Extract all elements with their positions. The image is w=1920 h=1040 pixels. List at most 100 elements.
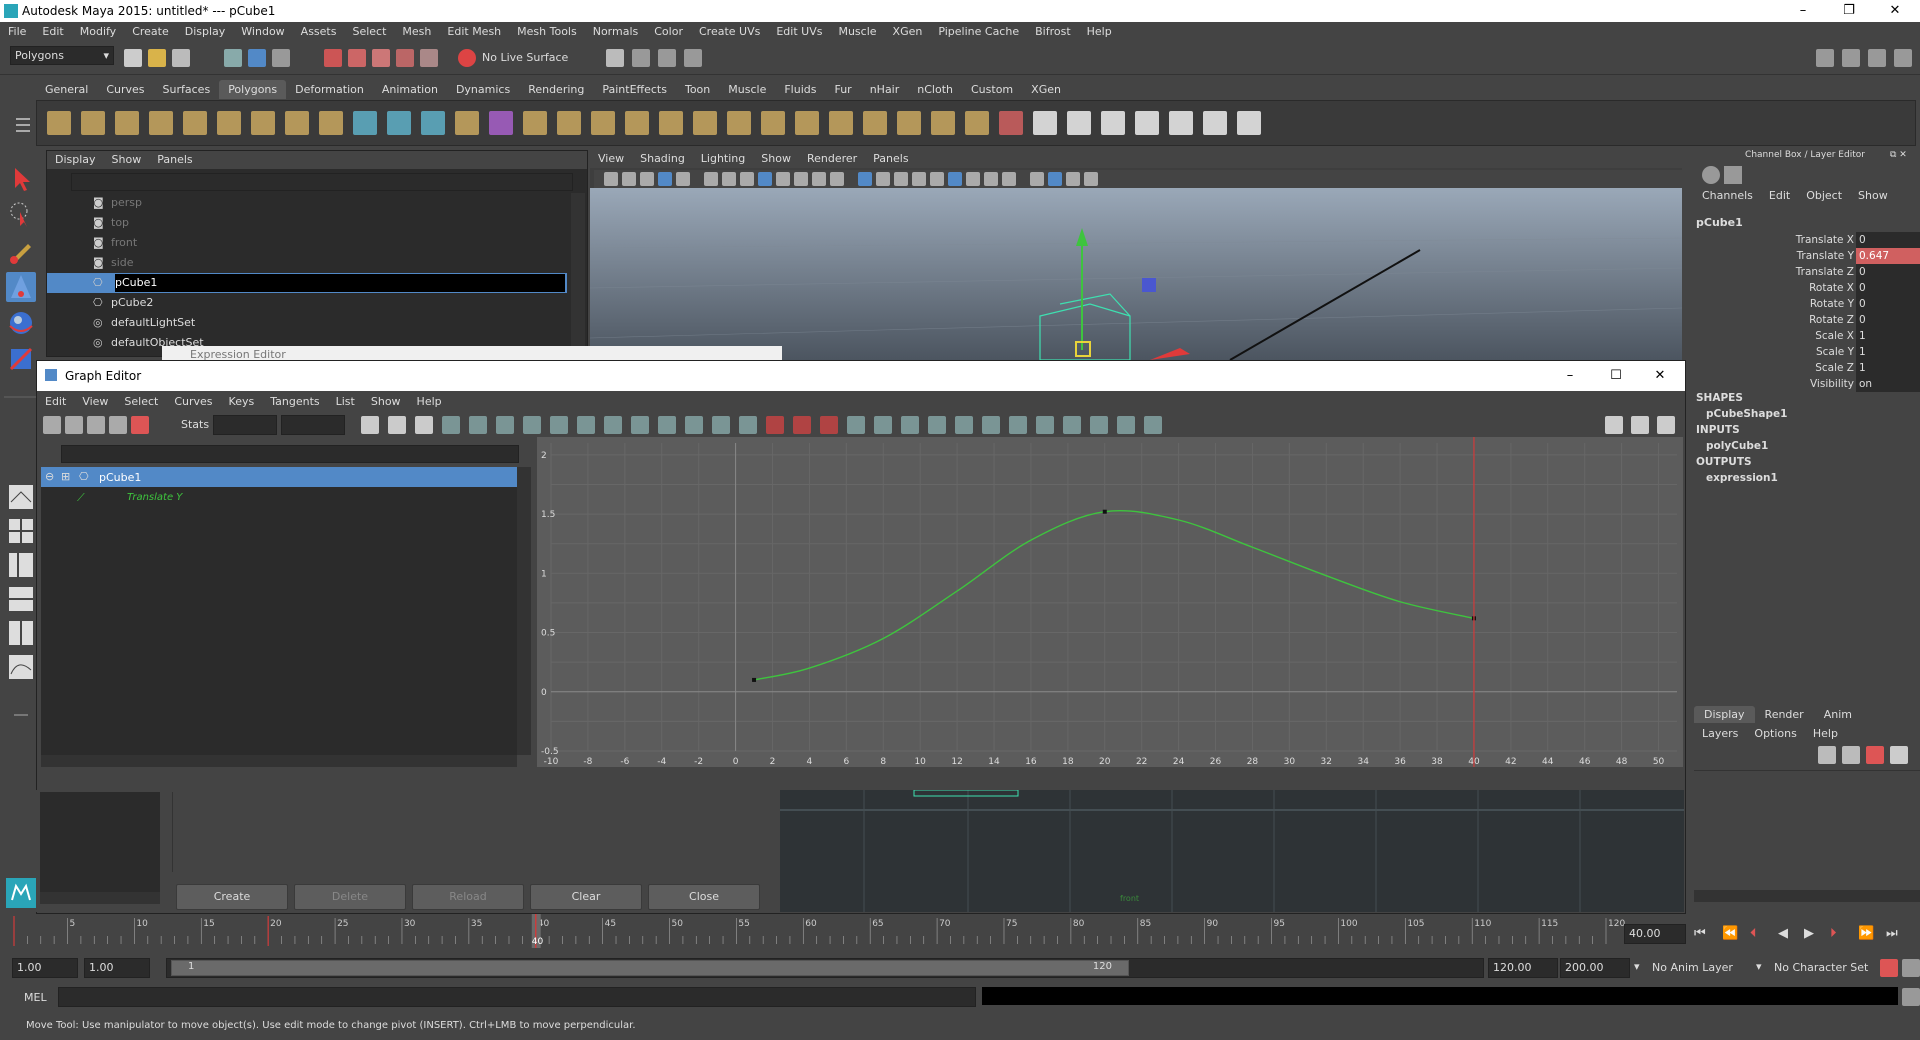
swap-buffer-icon[interactable]	[658, 416, 676, 434]
channel-row-rotate-z[interactable]: Rotate Z0	[1696, 312, 1920, 328]
checker-icon[interactable]	[1169, 111, 1193, 135]
ge-menu-show[interactable]: Show	[363, 393, 409, 411]
output-node[interactable]: expression1	[1706, 472, 1778, 484]
shelf-tab-painteffects[interactable]: PaintEffects	[593, 80, 676, 99]
keyframe-point[interactable]	[1102, 509, 1107, 514]
poly-pipe-icon[interactable]	[285, 111, 309, 135]
channel-row-rotate-x[interactable]: Rotate X0	[1696, 280, 1920, 296]
ipr-render-icon[interactable]	[658, 49, 676, 67]
viewport-menu-show[interactable]: Show	[753, 150, 799, 168]
menu-edit-uvs[interactable]: Edit UVs	[768, 22, 830, 38]
shelf-menu-icon[interactable]	[16, 112, 30, 138]
use-lights-icon[interactable]	[930, 172, 944, 186]
move-nearest-key-icon[interactable]	[43, 416, 61, 434]
step-tangent-icon[interactable]	[577, 416, 595, 434]
buffer-curve-snapshot-icon[interactable]	[631, 416, 649, 434]
retime-tool-icon[interactable]	[1144, 416, 1162, 434]
channel-row-translate-z[interactable]: Translate Z0	[1696, 264, 1920, 280]
graph-view[interactable]: -10 -8 -6 -4 -2 0 2 4 6 8 10 12 14 16 18 20 22 24 26 28 30 32…	[537, 437, 1683, 767]
flip-triangle-icon[interactable]	[897, 111, 921, 135]
grid-icon[interactable]	[722, 172, 736, 186]
weighted-tangents-icon[interactable]	[793, 416, 811, 434]
channel-row-scale-x[interactable]: Scale X1	[1696, 328, 1920, 344]
shelf-tab-curves[interactable]: Curves	[97, 80, 153, 99]
ge-menu-help[interactable]: Help	[409, 393, 450, 411]
camera-attributes-icon[interactable]	[622, 172, 636, 186]
shelf-tab-xgen[interactable]: XGen	[1022, 80, 1070, 99]
range-slider-track[interactable]: 1 120	[166, 958, 1484, 978]
delete-edge-icon[interactable]	[965, 111, 989, 135]
expand-all-icon[interactable]: ⊞	[61, 470, 70, 483]
step-forward-frame-icon[interactable]: ⏵	[1830, 926, 1837, 941]
layout-menu-icon[interactable]	[6, 700, 36, 730]
menu-edit-mesh[interactable]: Edit Mesh	[439, 22, 509, 38]
maximize-icon[interactable]: ❐	[1826, 0, 1872, 22]
shelf-tab-rendering[interactable]: Rendering	[519, 80, 593, 99]
outliner-item-top[interactable]: ◙ top	[47, 213, 567, 233]
shelf-tab-deformation[interactable]: Deformation	[286, 80, 373, 99]
frame-all-icon[interactable]	[361, 416, 379, 434]
auto-tangent-icon[interactable]	[442, 416, 460, 434]
go-to-end-icon[interactable]: ⏭	[1886, 926, 1898, 941]
outliner-scrollbar[interactable]	[571, 193, 585, 353]
ge-menu-select[interactable]: Select	[116, 393, 166, 411]
ge-menu-curves[interactable]: Curves	[166, 393, 220, 411]
outliner-filter-input[interactable]	[71, 173, 573, 191]
spin-icon[interactable]	[931, 111, 955, 135]
range-slider-handle[interactable]: 1 120	[171, 960, 1129, 976]
menu-xgen[interactable]: XGen	[885, 22, 931, 38]
infinity-cycle-offset-icon[interactable]	[901, 416, 919, 434]
insert-key-icon[interactable]	[65, 416, 83, 434]
menu-create[interactable]: Create	[124, 22, 177, 38]
isolate-select-icon[interactable]	[1030, 172, 1044, 186]
new-layer-selected-icon[interactable]	[1842, 746, 1860, 764]
key-stats-icon[interactable]	[131, 416, 149, 434]
poly-torus-icon[interactable]	[217, 111, 241, 135]
close-button[interactable]: Close	[648, 884, 760, 910]
shelf-tab-custom[interactable]: Custom	[962, 80, 1022, 99]
graph-curve-canvas[interactable]: -10 -8 -6 -4 -2 0 2 4 6 8 10 12 14 16 18 20 22 24 26 28 30 32…	[537, 437, 1683, 767]
ge-object-row[interactable]: ⊖ ⊞ ⎔ pCube1	[41, 467, 517, 487]
ambient-occlusion-icon[interactable]	[966, 172, 980, 186]
layer-menu-help[interactable]: Help	[1805, 726, 1846, 742]
poly-cylinder-icon[interactable]	[115, 111, 139, 135]
shadows-icon[interactable]	[948, 172, 962, 186]
bridge-icon[interactable]	[591, 111, 615, 135]
step-back-frame-icon[interactable]: ⏴	[1750, 926, 1757, 941]
2d-pan-zoom-icon[interactable]	[676, 172, 690, 186]
ge-menu-list[interactable]: List	[328, 393, 363, 411]
wireframe-icon[interactable]	[858, 172, 872, 186]
menu-mesh[interactable]: Mesh	[394, 22, 439, 38]
flat-tangent-icon[interactable]	[550, 416, 568, 434]
poly-sphere-icon[interactable]	[47, 111, 71, 135]
grease-pencil-icon[interactable]	[704, 172, 718, 186]
channel-value[interactable]: 0	[1856, 312, 1920, 328]
minimize-button[interactable]: –	[1780, 0, 1826, 22]
step-back-key-icon[interactable]: ⏪	[1722, 926, 1738, 941]
menu-assets[interactable]: Assets	[293, 22, 345, 38]
layer-list[interactable]	[1694, 770, 1920, 891]
boolean-icon[interactable]	[489, 111, 513, 135]
channel-menu-edit[interactable]: Edit	[1761, 188, 1798, 204]
region-tool-icon[interactable]	[109, 416, 127, 434]
paint-select-tool-icon[interactable]	[6, 236, 36, 266]
ge-curve-row[interactable]: ⟋ Translate Y	[41, 489, 517, 507]
wedge-icon[interactable]	[761, 111, 785, 135]
separate-icon[interactable]	[387, 111, 411, 135]
ge-outliner-filter[interactable]	[61, 445, 519, 463]
single-perspective-layout-icon[interactable]	[6, 482, 36, 512]
append-polygon-icon[interactable]	[625, 111, 649, 135]
layer-editor-toggle-icon[interactable]	[1724, 166, 1742, 184]
char-set-dropdown-icon[interactable]: ▾	[1756, 960, 1762, 973]
gate-mask-icon[interactable]	[776, 172, 790, 186]
menu-mesh-tools[interactable]: Mesh Tools	[509, 22, 585, 38]
layer-tab-display[interactable]: Display	[1694, 706, 1755, 723]
persp-outliner-layout-icon[interactable]	[6, 550, 36, 580]
channel-value[interactable]: 0	[1856, 280, 1920, 296]
denormalize-icon[interactable]	[847, 416, 865, 434]
keyframe-point[interactable]	[752, 677, 757, 682]
layout-uv-icon[interactable]	[1237, 111, 1261, 135]
anti-alias-icon[interactable]	[1002, 172, 1016, 186]
layer-menu-layers[interactable]: Layers	[1694, 726, 1746, 742]
channel-row-scale-z[interactable]: Scale Z1	[1696, 360, 1920, 376]
